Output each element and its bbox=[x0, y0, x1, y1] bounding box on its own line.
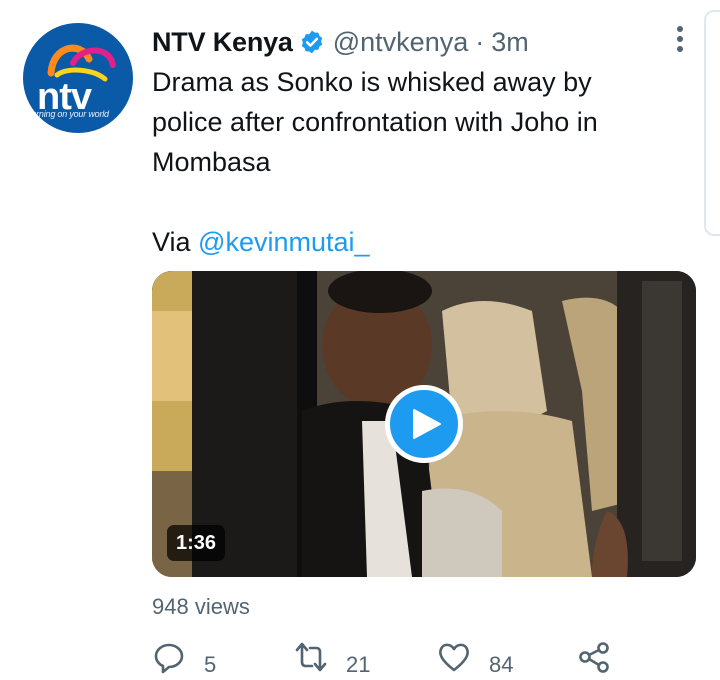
avatar[interactable]: ntv turning on your world bbox=[23, 23, 133, 133]
like-button[interactable]: 84 bbox=[437, 640, 513, 678]
share-icon bbox=[579, 642, 609, 673]
reply-icon bbox=[154, 643, 184, 674]
heart-icon bbox=[439, 643, 469, 672]
verified-badge-icon bbox=[301, 30, 322, 54]
via-prefix: Via bbox=[152, 227, 199, 257]
timestamp[interactable]: 3m bbox=[491, 27, 529, 58]
separator-dot: · bbox=[475, 26, 485, 57]
play-icon bbox=[413, 409, 441, 439]
like-count: 84 bbox=[489, 652, 514, 677]
tweet-actions: 5 21 84 bbox=[152, 640, 712, 680]
video-duration: 1:36 bbox=[167, 525, 226, 561]
mention-link[interactable]: @kevinmutai_ bbox=[198, 227, 369, 257]
side-panel-edge bbox=[704, 10, 720, 236]
tweet-via: Via @kevinmutai_ bbox=[152, 222, 370, 262]
reply-count: 5 bbox=[204, 652, 217, 677]
author-name[interactable]: NTV Kenya bbox=[152, 27, 293, 58]
retweet-count: 21 bbox=[346, 652, 371, 677]
view-count: 948 views bbox=[152, 594, 250, 619]
tweet-text: Drama as Sonko is whisked away by police… bbox=[152, 67, 598, 177]
share-button[interactable] bbox=[577, 640, 611, 674]
avatar-tagline: turning on your world bbox=[29, 109, 109, 119]
author-handle[interactable]: @ntvkenya bbox=[333, 27, 468, 58]
retweet-icon bbox=[295, 642, 327, 672]
previous-tweet-icon bbox=[104, 0, 134, 6]
tweet-header: NTV Kenya @ntvkenya · 3m bbox=[152, 22, 529, 62]
more-options-icon[interactable] bbox=[670, 24, 690, 54]
retweet-button[interactable]: 21 bbox=[294, 640, 370, 678]
play-button[interactable] bbox=[385, 385, 463, 463]
reply-button[interactable]: 5 bbox=[152, 640, 216, 678]
